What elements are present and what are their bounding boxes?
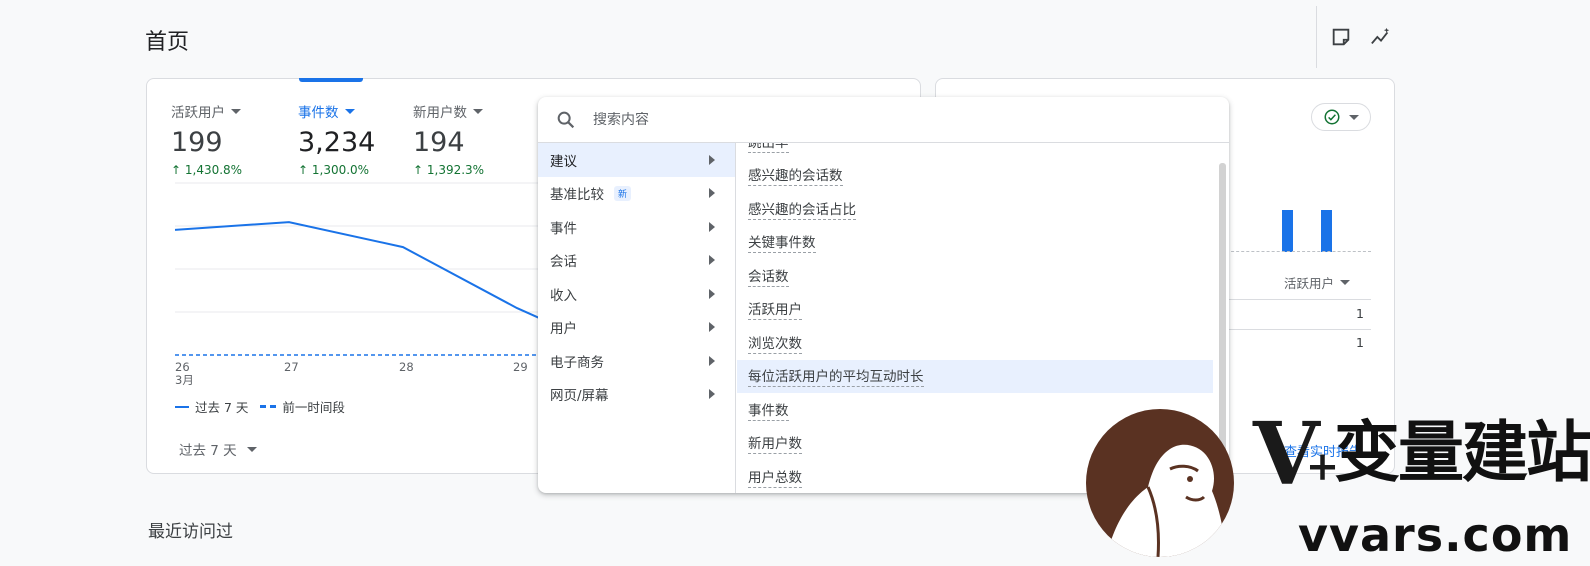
- metric-option[interactable]: 每位活跃用户的平均互动时长: [737, 359, 1213, 393]
- chevron-right-icon: [709, 255, 715, 266]
- metric-option-label: 事件数: [748, 399, 789, 421]
- category-label: 基准比较: [550, 187, 604, 204]
- series-line-0: [174, 221, 546, 322]
- check-circle-icon: [1324, 109, 1340, 125]
- table-divider: [1226, 329, 1371, 330]
- category-label: 会话: [550, 254, 577, 271]
- insights-icon[interactable]: [1368, 24, 1394, 50]
- page-title: 首页: [145, 30, 190, 55]
- category-label: 收入: [550, 287, 577, 304]
- category-label: 建议: [550, 153, 577, 170]
- note-icon[interactable]: [1328, 24, 1354, 50]
- watermark-url: vvars.com: [1298, 508, 1573, 562]
- scrollbar-thumb[interactable]: [1219, 163, 1226, 453]
- x-tick-label: 28: [399, 360, 414, 374]
- metric-option-label: 用户总数: [748, 466, 802, 488]
- category-label: 网页/屏幕: [550, 388, 609, 405]
- metric-option[interactable]: 关键事件数: [737, 226, 1213, 260]
- watermark-brand: 变量建站: [1334, 414, 1590, 491]
- recent-section-title: 最近访问过: [148, 522, 233, 542]
- metric-option-label: 每位活跃用户的平均互动时长: [748, 365, 924, 388]
- legend-swatch-dashed: [260, 405, 277, 408]
- chevron-right-icon: [709, 188, 715, 199]
- period-select[interactable]: 过去 7 天: [179, 439, 257, 459]
- legend-swatch-solid: [175, 405, 189, 408]
- realtime-bar: [1282, 210, 1293, 252]
- category-item[interactable]: 会话: [538, 244, 735, 278]
- metric-option-label: 活跃用户: [748, 298, 802, 321]
- category-item[interactable]: 基准比较新: [538, 177, 735, 211]
- metric-option[interactable]: 跳出率: [737, 143, 1213, 159]
- category-label: 事件: [550, 220, 577, 237]
- metric-option-label: 新用户数: [748, 432, 802, 455]
- realtime-bar: [1321, 210, 1332, 252]
- chart-legend: 过去 7 天 前一时间段: [175, 397, 345, 416]
- chevron-down-icon: [1340, 280, 1351, 285]
- metric-option-label: 感兴趣的会话数: [748, 164, 843, 187]
- chevron-right-icon: [709, 389, 715, 400]
- chevron-down-icon: [1349, 114, 1359, 120]
- period-select-label: 过去 7 天: [179, 443, 237, 459]
- category-item[interactable]: 事件: [538, 210, 735, 244]
- category-list: 建议基准比较新事件会话收入用户电子商务网页/屏幕: [538, 143, 736, 493]
- chevron-down-icon: [246, 446, 257, 452]
- metric-option-label: 感兴趣的会话占比: [748, 198, 856, 220]
- metric-option-label: 会话数: [748, 265, 789, 287]
- table-cell-value: 1: [1356, 306, 1364, 321]
- category-item[interactable]: 电子商务: [538, 344, 735, 378]
- table-cell-value: 1: [1356, 335, 1364, 350]
- chevron-right-icon: [709, 288, 715, 299]
- chevron-right-icon: [709, 355, 715, 366]
- status-select[interactable]: [1311, 103, 1371, 131]
- chevron-right-icon: [709, 154, 715, 165]
- metric-option[interactable]: 活跃用户: [737, 293, 1213, 327]
- metric-option[interactable]: 会话数: [737, 259, 1213, 293]
- chevron-right-icon: [709, 322, 715, 333]
- category-item[interactable]: 网页/屏幕: [538, 378, 735, 412]
- legend-label: 过去 7 天: [195, 400, 249, 415]
- new-badge: 新: [614, 185, 632, 201]
- header-divider: [1316, 6, 1317, 68]
- search-bar: [538, 97, 1229, 143]
- metric-option-label: 关键事件数: [748, 231, 816, 254]
- realtime-baseline: [1226, 251, 1371, 252]
- search-icon: [557, 111, 575, 128]
- category-label: 用户: [550, 321, 577, 338]
- x-tick-label: 27: [284, 360, 299, 374]
- metric-option-label: 浏览次数: [748, 332, 802, 354]
- metric-option-label: 跳出率: [748, 143, 789, 153]
- chevron-right-icon: [709, 221, 715, 232]
- x-tick-label: 29: [513, 360, 528, 374]
- x-tick-month: 3月: [175, 373, 194, 387]
- legend-label: 前一时间段: [282, 400, 345, 415]
- metric-option[interactable]: 感兴趣的会话占比: [737, 192, 1213, 226]
- category-label: 电子商务: [550, 354, 604, 371]
- search-input[interactable]: [593, 111, 1153, 128]
- realtime-dimension-select[interactable]: 活跃用户: [1284, 273, 1351, 292]
- table-divider: [1226, 299, 1371, 300]
- category-item[interactable]: 建议: [538, 143, 735, 177]
- metric-option[interactable]: 浏览次数: [737, 326, 1213, 360]
- watermark-gorilla-logo: [1086, 409, 1234, 557]
- metric-option[interactable]: 感兴趣的会话数: [737, 159, 1213, 193]
- realtime-dimension-label: 活跃用户: [1284, 276, 1335, 291]
- category-item[interactable]: 用户: [538, 311, 735, 345]
- category-item[interactable]: 收入: [538, 277, 735, 311]
